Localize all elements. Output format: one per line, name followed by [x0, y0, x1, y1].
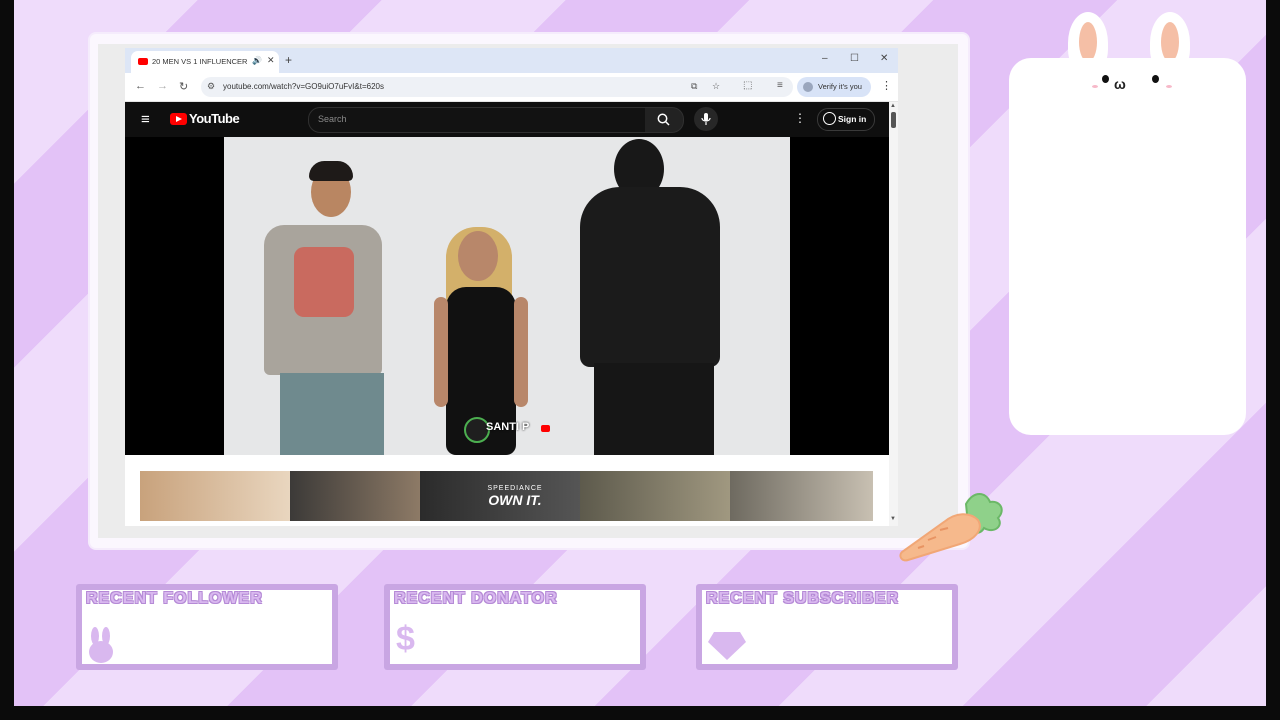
carrot-icon [899, 493, 1003, 562]
scrollbar-thumb[interactable] [891, 112, 896, 128]
search-button[interactable] [645, 107, 684, 133]
bunny-right-eye [1152, 75, 1159, 83]
sign-in-label: Sign in [838, 114, 867, 124]
settings-more-icon[interactable]: ⋮ [794, 111, 806, 125]
search-input[interactable]: Search [308, 107, 646, 133]
browser-window: 20 MEN VS 1 INFLUENCER: 🔊 ✕ + – ☐ ✕ ← → … [125, 48, 898, 526]
speaker-icon[interactable]: 🔊 [252, 56, 262, 65]
search-icon [657, 113, 670, 126]
profile-avatar-icon [803, 82, 813, 92]
bottom-letterbox [0, 706, 1280, 720]
bunny-left-eye [1102, 75, 1109, 83]
verify-label: Verify it's you [818, 82, 862, 91]
verify-profile-button[interactable]: Verify it's you [797, 77, 871, 97]
youtube-favicon-icon [138, 58, 148, 65]
bookmark-star-icon[interactable]: ☆ [712, 81, 720, 92]
reload-icon[interactable]: ↻ [179, 80, 188, 93]
close-window-button[interactable]: ✕ [880, 53, 888, 64]
youtube-badge-icon [541, 425, 550, 432]
scroll-down-icon[interactable]: ▼ [890, 516, 896, 522]
minimize-button[interactable]: – [822, 53, 828, 64]
extensions-icon[interactable]: ⬚ [743, 80, 752, 91]
bunny-mouth: ω [1114, 76, 1126, 92]
ad-brand: SPEEDIANCE [487, 485, 543, 492]
recent-follower-widget: RECENT FOLLOWER [76, 584, 338, 670]
bunny-right-blush [1166, 85, 1172, 88]
search-placeholder: Search [318, 114, 347, 124]
youtube-logo-icon[interactable] [170, 113, 187, 125]
media-controls-icon[interactable]: ≡ [777, 80, 783, 91]
hamburger-menu-icon[interactable]: ≡ [141, 111, 150, 128]
browser-menu-icon[interactable]: ⋮ [881, 79, 892, 92]
below-video-area: SPEEDIANCE OWN IT. [125, 455, 889, 526]
bunny-icon [89, 627, 113, 663]
maximize-button[interactable]: ☐ [850, 53, 859, 64]
url-text: youtube.com/watch?v=GO9uiO7uFvI&t=620s [223, 82, 384, 91]
new-tab-button[interactable]: + [285, 53, 292, 67]
youtube-logo-text[interactable]: YouTube [189, 111, 240, 126]
recent-subscriber-label: RECENT SUBSCRIBER [706, 590, 900, 607]
gem-icon [708, 632, 746, 660]
install-app-icon[interactable]: ⧉ [691, 81, 697, 92]
ad-banner[interactable]: SPEEDIANCE OWN IT. [140, 471, 873, 521]
video-frame[interactable]: SANTI P [224, 137, 790, 455]
voice-search-button[interactable] [694, 107, 718, 131]
video-player[interactable]: SANTI P [125, 137, 889, 455]
bunny-left-blush [1092, 85, 1098, 88]
forward-icon[interactable]: → [157, 80, 168, 92]
close-tab-icon[interactable]: ✕ [267, 55, 275, 66]
page-scrollbar[interactable]: ▲ ▼ [889, 102, 898, 526]
tab-title: 20 MEN VS 1 INFLUENCER: [152, 57, 248, 66]
microphone-icon [701, 113, 711, 125]
back-icon[interactable]: ← [135, 80, 146, 92]
watermark-text: SANTI P [486, 421, 530, 433]
scroll-up-icon[interactable]: ▲ [890, 103, 896, 109]
account-icon [823, 112, 836, 125]
recent-donator-label: RECENT DONATOR [394, 590, 558, 607]
site-info-icon[interactable]: ⚙ [207, 81, 215, 92]
ad-slogan: OWN IT. [488, 492, 542, 508]
sign-in-button[interactable]: Sign in [817, 108, 875, 131]
address-bar[interactable]: ⚙ youtube.com/watch?v=GO9uiO7uFvI&t=620s… [201, 77, 793, 97]
recent-donator-widget: RECENT DONATOR $ [384, 584, 646, 670]
tab-strip: 20 MEN VS 1 INFLUENCER: 🔊 ✕ + – ☐ ✕ [125, 48, 898, 73]
tab-video[interactable]: 20 MEN VS 1 INFLUENCER: 🔊 ✕ [131, 51, 279, 73]
browser-toolbar: ← → ↻ ⚙ youtube.com/watch?v=GO9uiO7uFvI&… [125, 73, 898, 102]
youtube-header: ≡ YouTube Search ⋮ Sign in [125, 102, 889, 137]
recent-subscriber-widget: RECENT SUBSCRIBER [696, 584, 958, 670]
dollar-icon: $ [396, 620, 415, 658]
recent-follower-label: RECENT FOLLOWER [86, 590, 263, 607]
webcam-card [1009, 58, 1246, 435]
